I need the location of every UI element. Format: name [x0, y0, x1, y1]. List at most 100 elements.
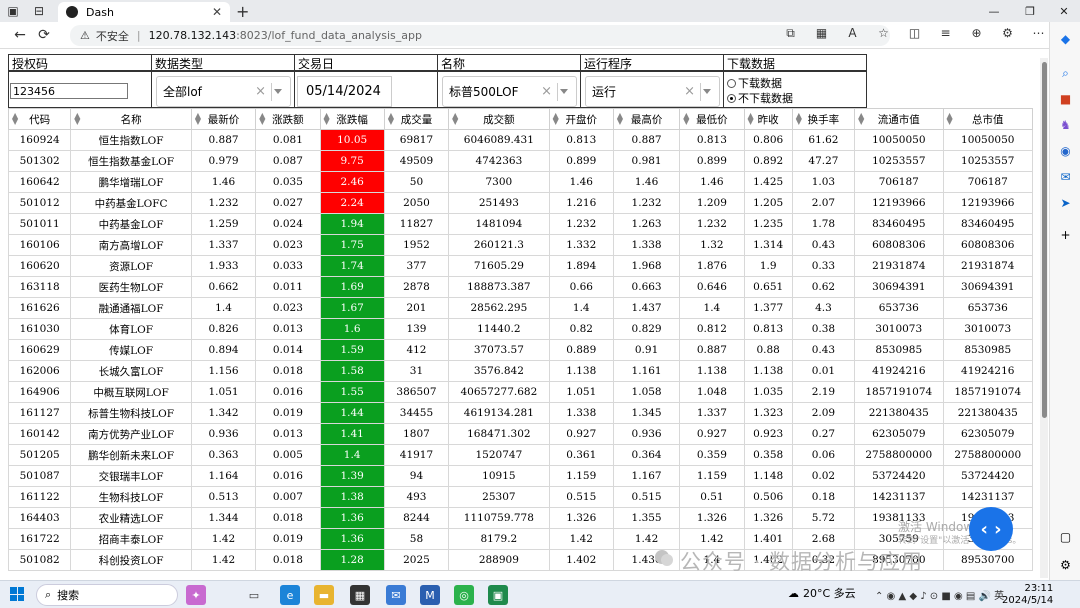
datatype-dropdown[interactable]: 全部lof ×: [156, 76, 291, 107]
windows-start-icon[interactable]: [10, 587, 24, 601]
column-header[interactable]: ▲ ▼ 代码: [8, 108, 72, 130]
table-cell: 8179.2: [448, 528, 550, 550]
table-cell: 1.46: [190, 171, 257, 193]
column-header[interactable]: ▲ ▼ 最低价: [679, 108, 745, 130]
edge-app-icon[interactable]: e: [280, 585, 300, 605]
weather-widget[interactable]: ☁ 20°C 多云: [788, 585, 856, 601]
column-header[interactable]: ▲ ▼ 涨跌幅: [319, 108, 385, 130]
copilot-app-icon[interactable]: ✦: [186, 585, 206, 605]
table-cell: 1481094: [448, 213, 550, 235]
sort-icon[interactable]: ▲ ▼: [683, 112, 689, 126]
sort-icon[interactable]: ▲ ▼: [195, 112, 201, 126]
split-screen-icon[interactable]: ◫: [899, 26, 930, 41]
sort-icon[interactable]: ▲ ▼: [947, 112, 953, 126]
radio-unchecked-icon[interactable]: [727, 78, 736, 88]
new-tab-icon[interactable]: +: [236, 2, 249, 21]
sort-icon[interactable]: ▲ ▼: [388, 112, 394, 126]
wechat-icon[interactable]: ◎: [454, 585, 474, 605]
runner-dropdown[interactable]: 运行 ×: [585, 76, 720, 107]
minimize-icon[interactable]: —: [976, 0, 1012, 22]
maximize-icon[interactable]: ❐: [1012, 0, 1048, 22]
radio-download[interactable]: 下载数据: [727, 75, 782, 91]
sort-icon[interactable]: ▲ ▼: [12, 112, 18, 126]
clock[interactable]: 23:11 2024/5/14: [1002, 583, 1053, 607]
app-m-icon[interactable]: M: [420, 585, 440, 605]
window-close-icon[interactable]: ✕: [1046, 0, 1080, 22]
taskbar-search[interactable]: ⌕ 搜索: [36, 584, 178, 606]
sidebar-settings-icon[interactable]: ⚙: [1050, 552, 1080, 578]
date-picker-input[interactable]: 05/14/2024: [297, 76, 392, 107]
table-cell: 2.09: [791, 402, 856, 424]
table-cell: 0.887: [190, 129, 257, 151]
table-cell: 1.235: [743, 213, 793, 235]
chevron-down-icon[interactable]: [560, 89, 568, 94]
search-icon[interactable]: ⌕: [1050, 60, 1080, 86]
clear-icon[interactable]: ×: [684, 84, 695, 99]
sort-icon[interactable]: ▲ ▼: [74, 112, 80, 126]
sort-icon[interactable]: ▲ ▼: [617, 112, 623, 126]
column-header[interactable]: ▲ ▼ 总市值: [942, 108, 1033, 130]
column-header[interactable]: ▲ ▼ 最新价: [190, 108, 257, 130]
url-box[interactable]: ⚠ 不安全 | 120.78.132.143:8023/lof_fund_dat…: [70, 25, 890, 46]
terminal-icon[interactable]: ▣: [488, 585, 508, 605]
favorite-star-icon[interactable]: ☆: [868, 26, 899, 41]
table-cell: 1.355: [612, 507, 681, 529]
refresh-icon[interactable]: ⟳: [32, 27, 56, 43]
column-header[interactable]: ▲ ▼ 流通市值: [854, 108, 944, 130]
column-header[interactable]: ▲ ▼ 昨收: [743, 108, 793, 130]
column-header[interactable]: ▲ ▼ 涨跌额: [255, 108, 321, 130]
clear-icon[interactable]: ×: [541, 84, 552, 99]
store-icon[interactable]: ▦: [350, 585, 370, 605]
back-icon[interactable]: ←: [8, 27, 32, 43]
collections-icon[interactable]: ⊕: [961, 26, 992, 41]
favorites-icon[interactable]: ≡: [930, 26, 961, 41]
add-sidebar-icon[interactable]: +: [1050, 222, 1080, 248]
hide-sidebar-icon[interactable]: ▢: [1050, 524, 1080, 550]
games-icon[interactable]: ♞: [1050, 112, 1080, 138]
telegram-icon[interactable]: ➤: [1050, 190, 1080, 216]
radio-no-download[interactable]: 不下载数据: [727, 90, 793, 106]
read-aloud-icon[interactable]: A: [837, 26, 868, 41]
column-header[interactable]: ▲ ▼ 成交额: [448, 108, 550, 130]
chevron-down-icon[interactable]: [703, 89, 711, 94]
profile-icon[interactable]: ▣: [0, 0, 26, 22]
sort-icon[interactable]: ▲ ▼: [796, 112, 802, 126]
tab-actions-icon[interactable]: ⊟: [26, 0, 52, 22]
table-cell: 交银瑞丰LOF: [70, 465, 192, 487]
toolbox-icon[interactable]: ■: [1050, 86, 1080, 112]
download-header-cell: 下载数据: [723, 54, 867, 71]
page-nav-button[interactable]: ‹ ›: [969, 507, 1013, 551]
chevron-down-icon[interactable]: [274, 89, 282, 94]
column-header[interactable]: ▲ ▼ 最高价: [612, 108, 681, 130]
column-header[interactable]: ▲ ▼ 名称: [70, 108, 192, 130]
office-icon[interactable]: ◉: [1050, 138, 1080, 164]
scrollbar-thumb[interactable]: [1042, 62, 1047, 418]
file-explorer-icon[interactable]: ▬: [314, 585, 334, 605]
sort-icon[interactable]: ▲ ▼: [259, 112, 265, 126]
close-tab-icon[interactable]: ✕: [212, 5, 222, 19]
qr-icon[interactable]: ▦: [806, 26, 837, 41]
sort-icon[interactable]: ▲ ▼: [553, 112, 559, 126]
mail-icon[interactable]: ✉: [386, 585, 406, 605]
column-header[interactable]: ▲ ▼ 开盘价: [548, 108, 614, 130]
outlook-icon[interactable]: ✉: [1050, 164, 1080, 190]
task-view-icon[interactable]: ▭: [244, 585, 264, 605]
column-header[interactable]: ▲ ▼ 成交量: [383, 108, 450, 130]
sort-icon[interactable]: ▲ ▼: [452, 112, 458, 126]
column-header[interactable]: ▲ ▼ 换手率: [791, 108, 856, 130]
copilot-icon[interactable]: ◆: [1050, 26, 1080, 52]
clear-icon[interactable]: ×: [255, 84, 266, 99]
system-tray[interactable]: ⌃ ◉ ▲ ◆ ♪ ⊙ ■ ◉ ▤ 🔊 英: [875, 587, 1004, 602]
sort-icon[interactable]: ▲ ▼: [858, 112, 864, 126]
app-available-icon[interactable]: ⧉: [775, 26, 806, 41]
table-cell: 10.05: [319, 129, 385, 151]
tab-dash[interactable]: Dash ✕: [58, 2, 230, 22]
table-cell: 1.337: [679, 402, 745, 424]
auth-code-input[interactable]: [10, 83, 128, 99]
radio-checked-icon[interactable]: [727, 93, 736, 103]
sort-icon[interactable]: ▲ ▼: [324, 112, 330, 126]
sort-icon[interactable]: ▲ ▼: [748, 112, 754, 126]
extensions-icon[interactable]: ⚙: [992, 26, 1023, 41]
name-dropdown[interactable]: 标普500LOF ×: [442, 76, 577, 107]
table-cell: 62305079: [854, 423, 944, 445]
